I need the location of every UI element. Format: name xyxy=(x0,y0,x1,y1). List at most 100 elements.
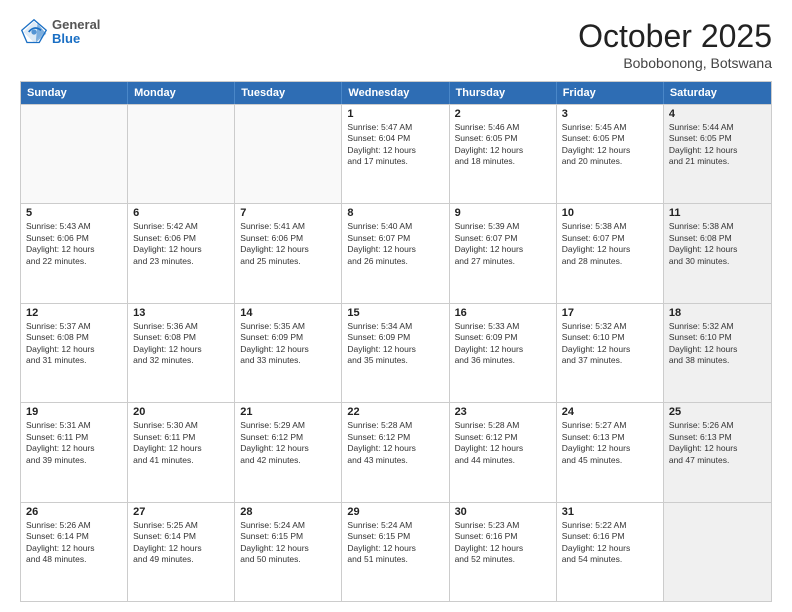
day-cell-3: 3Sunrise: 5:45 AMSunset: 6:05 PMDaylight… xyxy=(557,105,664,203)
day-number: 13 xyxy=(133,307,229,319)
cell-info: Sunrise: 5:26 AMSunset: 6:13 PMDaylight:… xyxy=(669,420,766,466)
day-number: 11 xyxy=(669,207,766,219)
cell-info: Sunrise: 5:38 AMSunset: 6:08 PMDaylight:… xyxy=(669,221,766,267)
day-cell-2: 2 Sunrise: 5:46 AMSunset: 6:05 PMDaylight… xyxy=(450,105,557,203)
day-cell-21: 21 Sunrise: 5:29 AMSunset: 6:12 PMDayligh… xyxy=(235,403,342,501)
day-number: 14 xyxy=(240,307,336,319)
cell-info: Sunrise: 5:26 AMSunset: 6:14 PMDaylight:… xyxy=(26,520,122,566)
day-cell-4: 4Sunrise: 5:44 AMSunset: 6:05 PMDaylight… xyxy=(664,105,771,203)
cell-info: Sunrise: 5:34 AMSunset: 6:09 PMDaylight:… xyxy=(347,321,443,367)
day-number: 18 xyxy=(669,307,766,319)
day-number: 17 xyxy=(562,307,658,319)
cell-info: Sunrise: 5:29 AMSunset: 6:12 PMDaylight:… xyxy=(240,420,336,466)
day-cell-1: 1Sunrise: 5:47 AMSunset: 6:04 PMDaylight… xyxy=(342,105,449,203)
logo-blue: Blue xyxy=(52,32,100,46)
day-cell-31: 31 Sunrise: 5:22 AMSunset: 6:16 PMDayligh… xyxy=(557,503,664,601)
calendar-body: 1Sunrise: 5:47 AMSunset: 6:04 PMDaylight… xyxy=(21,104,771,601)
empty-cell xyxy=(21,105,128,203)
header-day-friday: Friday xyxy=(557,82,664,104)
cell-info: Sunrise: 5:32 AMSunset: 6:10 PMDaylight:… xyxy=(669,321,766,367)
day-number: 27 xyxy=(133,506,229,518)
header-day-saturday: Saturday xyxy=(664,82,771,104)
cell-info: Sunrise: 5:37 AMSunset: 6:08 PMDaylight:… xyxy=(26,321,122,367)
day-number: 9 xyxy=(455,207,551,219)
title-area: October 2025 Bobobonong, Botswana xyxy=(578,18,772,71)
day-cell-11: 11 Sunrise: 5:38 AMSunset: 6:08 PMDayligh… xyxy=(664,204,771,302)
cell-info: Sunrise: 5:24 AMSunset: 6:15 PMDaylight:… xyxy=(240,520,336,566)
day-number: 4 xyxy=(669,108,766,120)
cell-info: Sunrise: 5:42 AMSunset: 6:06 PMDaylight:… xyxy=(133,221,229,267)
day-cell-28: 28 Sunrise: 5:24 AMSunset: 6:15 PMDayligh… xyxy=(235,503,342,601)
empty-cell xyxy=(664,503,771,601)
cell-info: Sunrise: 5:24 AMSunset: 6:15 PMDaylight:… xyxy=(347,520,443,566)
day-number: 30 xyxy=(455,506,551,518)
cell-info: Sunrise: 5:27 AMSunset: 6:13 PMDaylight:… xyxy=(562,420,658,466)
page: General Blue October 2025 Bobobonong, Bo… xyxy=(0,0,792,612)
calendar-header: SundayMondayTuesdayWednesdayThursdayFrid… xyxy=(21,82,771,104)
cell-info: Sunrise: 5:28 AMSunset: 6:12 PMDaylight:… xyxy=(347,420,443,466)
day-number: 31 xyxy=(562,506,658,518)
day-cell-10: 10 Sunrise: 5:38 AMSunset: 6:07 PMDayligh… xyxy=(557,204,664,302)
day-number: 24 xyxy=(562,406,658,418)
cell-info: Sunrise: 5:41 AMSunset: 6:06 PMDaylight:… xyxy=(240,221,336,267)
day-number: 15 xyxy=(347,307,443,319)
day-number: 26 xyxy=(26,506,122,518)
day-cell-29: 29Sunrise: 5:24 AMSunset: 6:15 PMDayligh… xyxy=(342,503,449,601)
day-number: 16 xyxy=(455,307,551,319)
day-number: 5 xyxy=(26,207,122,219)
day-cell-24: 24 Sunrise: 5:27 AMSunset: 6:13 PMDayligh… xyxy=(557,403,664,501)
day-number: 20 xyxy=(133,406,229,418)
header-day-monday: Monday xyxy=(128,82,235,104)
cell-info: Sunrise: 5:25 AMSunset: 6:14 PMDaylight:… xyxy=(133,520,229,566)
empty-cell xyxy=(128,105,235,203)
cell-info: Sunrise: 5:22 AMSunset: 6:16 PMDaylight:… xyxy=(562,520,658,566)
day-cell-23: 23 Sunrise: 5:28 AMSunset: 6:12 PMDayligh… xyxy=(450,403,557,501)
cell-info: Sunrise: 5:47 AMSunset: 6:04 PMDaylight:… xyxy=(347,122,443,168)
empty-cell xyxy=(235,105,342,203)
cell-info: Sunrise: 5:46 AMSunset: 6:05 PMDaylight:… xyxy=(455,122,551,168)
day-cell-25: 25Sunrise: 5:26 AMSunset: 6:13 PMDayligh… xyxy=(664,403,771,501)
day-cell-12: 12Sunrise: 5:37 AMSunset: 6:08 PMDayligh… xyxy=(21,304,128,402)
day-number: 23 xyxy=(455,406,551,418)
location: Bobobonong, Botswana xyxy=(578,55,772,71)
day-cell-19: 19Sunrise: 5:31 AMSunset: 6:11 PMDayligh… xyxy=(21,403,128,501)
header-day-wednesday: Wednesday xyxy=(342,82,449,104)
day-number: 21 xyxy=(240,406,336,418)
cell-info: Sunrise: 5:40 AMSunset: 6:07 PMDaylight:… xyxy=(347,221,443,267)
day-number: 2 xyxy=(455,108,551,120)
day-cell-8: 8 Sunrise: 5:40 AMSunset: 6:07 PMDaylight… xyxy=(342,204,449,302)
header-day-sunday: Sunday xyxy=(21,82,128,104)
logo-text: General Blue xyxy=(52,18,100,47)
cell-info: Sunrise: 5:23 AMSunset: 6:16 PMDaylight:… xyxy=(455,520,551,566)
week-row-3: 12Sunrise: 5:37 AMSunset: 6:08 PMDayligh… xyxy=(21,303,771,402)
header: General Blue October 2025 Bobobonong, Bo… xyxy=(20,18,772,71)
week-row-2: 5 Sunrise: 5:43 AMSunset: 6:06 PMDaylight… xyxy=(21,203,771,302)
day-cell-26: 26 Sunrise: 5:26 AMSunset: 6:14 PMDayligh… xyxy=(21,503,128,601)
cell-info: Sunrise: 5:31 AMSunset: 6:11 PMDaylight:… xyxy=(26,420,122,466)
day-number: 8 xyxy=(347,207,443,219)
cell-info: Sunrise: 5:38 AMSunset: 6:07 PMDaylight:… xyxy=(562,221,658,267)
logo-general: General xyxy=(52,18,100,32)
header-day-tuesday: Tuesday xyxy=(235,82,342,104)
cell-info: Sunrise: 5:43 AMSunset: 6:06 PMDaylight:… xyxy=(26,221,122,267)
day-cell-15: 15 Sunrise: 5:34 AMSunset: 6:09 PMDayligh… xyxy=(342,304,449,402)
day-cell-22: 22 Sunrise: 5:28 AMSunset: 6:12 PMDayligh… xyxy=(342,403,449,501)
logo-icon xyxy=(20,18,48,46)
cell-info: Sunrise: 5:35 AMSunset: 6:09 PMDaylight:… xyxy=(240,321,336,367)
day-cell-30: 30 Sunrise: 5:23 AMSunset: 6:16 PMDayligh… xyxy=(450,503,557,601)
cell-info: Sunrise: 5:30 AMSunset: 6:11 PMDaylight:… xyxy=(133,420,229,466)
week-row-4: 19Sunrise: 5:31 AMSunset: 6:11 PMDayligh… xyxy=(21,402,771,501)
cell-info: Sunrise: 5:39 AMSunset: 6:07 PMDaylight:… xyxy=(455,221,551,267)
day-number: 7 xyxy=(240,207,336,219)
day-number: 22 xyxy=(347,406,443,418)
day-cell-27: 27 Sunrise: 5:25 AMSunset: 6:14 PMDayligh… xyxy=(128,503,235,601)
day-number: 10 xyxy=(562,207,658,219)
day-cell-6: 6Sunrise: 5:42 AMSunset: 6:06 PMDaylight… xyxy=(128,204,235,302)
day-number: 3 xyxy=(562,108,658,120)
cell-info: Sunrise: 5:28 AMSunset: 6:12 PMDaylight:… xyxy=(455,420,551,466)
cell-info: Sunrise: 5:32 AMSunset: 6:10 PMDaylight:… xyxy=(562,321,658,367)
week-row-1: 1Sunrise: 5:47 AMSunset: 6:04 PMDaylight… xyxy=(21,104,771,203)
day-cell-13: 13Sunrise: 5:36 AMSunset: 6:08 PMDayligh… xyxy=(128,304,235,402)
cell-info: Sunrise: 5:33 AMSunset: 6:09 PMDaylight:… xyxy=(455,321,551,367)
day-number: 28 xyxy=(240,506,336,518)
